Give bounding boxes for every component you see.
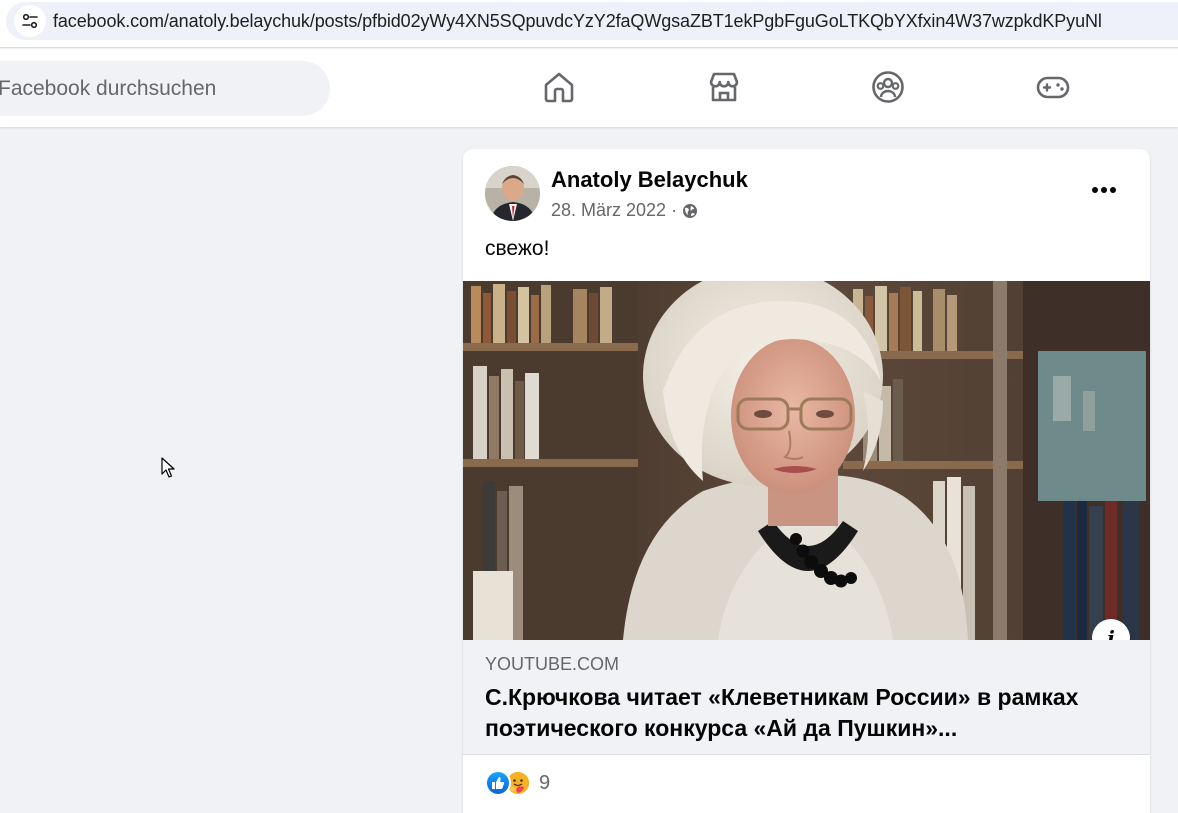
facebook-top-nav: Facebook durchsuchen: [0, 49, 1178, 127]
link-preview-image[interactable]: [463, 281, 1150, 640]
like-reaction-icon: [485, 770, 511, 796]
home-icon[interactable]: [541, 69, 577, 105]
post-text: свежо!: [485, 237, 550, 260]
search-input[interactable]: Facebook durchsuchen: [0, 61, 330, 116]
groups-icon[interactable]: [870, 69, 906, 105]
site-info-icon[interactable]: [14, 5, 46, 37]
mouse-cursor-icon: [161, 457, 175, 478]
dot-icon: [1110, 187, 1116, 193]
post-card: Anatoly Belaychuk 28. März 2022 · свежо!: [463, 149, 1150, 813]
search-placeholder: Facebook durchsuchen: [0, 77, 217, 100]
reaction-count: 9: [539, 771, 551, 794]
link-preview-caption[interactable]: YOUTUBE.COM С.Крючкова читает «Клеветник…: [463, 640, 1150, 755]
more-options-button[interactable]: [1087, 175, 1121, 205]
post-author-name[interactable]: Anatoly Belaychuk: [551, 167, 748, 193]
link-domain: YOUTUBE.COM: [485, 654, 620, 674]
url-text[interactable]: facebook.com/anatoly.belaychuk/posts/pfb…: [53, 11, 1102, 32]
post-meta: 28. März 2022 ·: [551, 200, 698, 221]
link-title[interactable]: С.Крючкова читает «Клеветникам России» в…: [485, 682, 1125, 744]
author-avatar[interactable]: [485, 166, 540, 221]
dot-icon: [1092, 187, 1098, 193]
post-date[interactable]: 28. März 2022: [551, 200, 666, 221]
meta-separator: ·: [671, 200, 678, 220]
reactions-summary[interactable]: 9: [485, 770, 550, 796]
marketplace-icon[interactable]: [706, 69, 742, 105]
url-field[interactable]: facebook.com/anatoly.belaychuk/posts/pfb…: [6, 2, 1178, 40]
globe-icon: [682, 203, 698, 219]
browser-address-bar: facebook.com/anatoly.belaychuk/posts/pfb…: [0, 0, 1178, 48]
dot-icon: [1101, 187, 1107, 193]
gaming-icon[interactable]: [1035, 69, 1071, 105]
